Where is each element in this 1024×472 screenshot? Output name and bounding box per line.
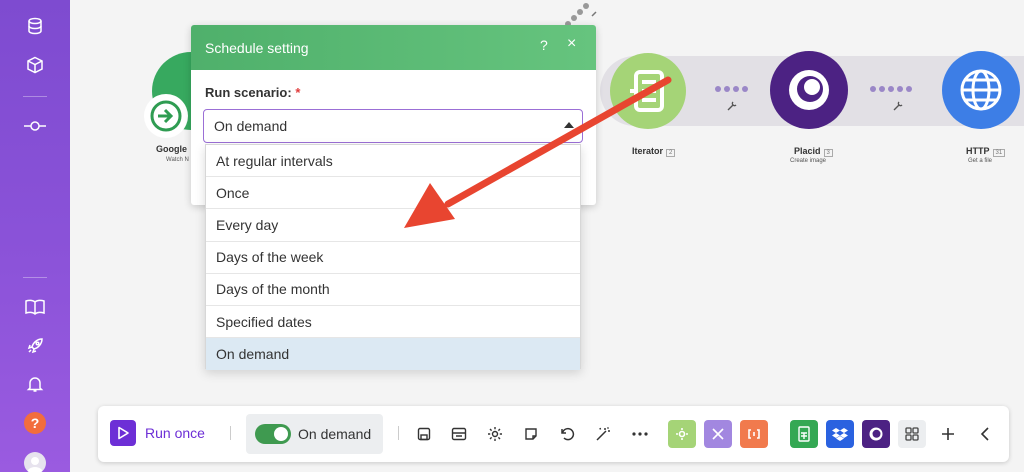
toolbar-divider xyxy=(398,426,399,440)
help-icon[interactable]: ? xyxy=(540,37,548,53)
collapse-icon[interactable] xyxy=(975,424,995,444)
run-once-label[interactable]: Run once xyxy=(145,425,205,441)
sheets-tile-icon[interactable] xyxy=(790,420,818,448)
sidebar-divider xyxy=(23,96,47,97)
tools-tile-icon[interactable] xyxy=(668,420,696,448)
http-badge: 31 xyxy=(992,149,1006,157)
http-module-subtitle: Get a file xyxy=(968,158,993,164)
sidebar-divider xyxy=(23,277,47,278)
placid-module-label: Placid 3 xyxy=(794,146,833,157)
dialog-header: Schedule setting xyxy=(191,25,596,70)
rocket-icon[interactable] xyxy=(23,334,47,358)
sidebar: ? xyxy=(0,0,70,472)
undo-icon[interactable] xyxy=(557,424,577,444)
text-parser-tile-icon[interactable] xyxy=(740,420,768,448)
iterator-name: Iterator xyxy=(632,146,664,156)
option-specified-dates[interactable]: Specified dates xyxy=(206,306,580,339)
bell-icon[interactable] xyxy=(23,372,47,396)
bottom-toolbar: Run once On demand xyxy=(98,406,1009,462)
connection-icon[interactable] xyxy=(23,114,47,138)
add-icon[interactable] xyxy=(938,424,958,444)
run-scenario-select[interactable]: On demand xyxy=(203,109,583,143)
placid-name: Placid xyxy=(794,146,821,156)
scenario-io-icon[interactable] xyxy=(449,424,469,444)
required-mark: * xyxy=(295,85,301,100)
wrench-icon[interactable] xyxy=(892,100,904,112)
settings-icon[interactable] xyxy=(485,424,505,444)
google-module-subtitle: Watch N xyxy=(166,157,189,163)
option-at-regular-intervals[interactable]: At regular intervals xyxy=(206,145,580,178)
cube-icon[interactable] xyxy=(23,53,47,77)
connector-dots xyxy=(715,86,748,92)
selected-value: On demand xyxy=(214,118,288,134)
iterator-badge: 2 xyxy=(666,149,676,157)
option-on-demand[interactable]: On demand xyxy=(206,338,580,371)
option-once[interactable]: Once xyxy=(206,177,580,210)
avatar[interactable] xyxy=(24,452,46,472)
field-label-text: Run scenario: xyxy=(205,85,292,100)
run-once-button[interactable] xyxy=(110,420,136,446)
http-module-label: HTTP 31 xyxy=(966,146,1006,157)
placid-module[interactable] xyxy=(770,51,848,129)
run-scenario-label: Run scenario: * xyxy=(205,85,300,100)
dropbox-tile-icon[interactable] xyxy=(826,420,854,448)
google-watch-icon xyxy=(144,94,188,138)
schedule-toggle[interactable] xyxy=(255,424,291,444)
schedule-label: On demand xyxy=(298,426,372,442)
schedule-dropdown: At regular intervals Once Every day Days… xyxy=(205,144,581,371)
wrench-icon[interactable] xyxy=(726,100,738,112)
magic-wand-icon[interactable] xyxy=(593,424,613,444)
google-module-label: Google xyxy=(156,144,187,154)
caret-up-icon xyxy=(564,122,574,128)
placid-tile-icon[interactable] xyxy=(862,420,890,448)
toolbar-divider xyxy=(230,426,231,440)
toggle-knob xyxy=(274,427,288,441)
book-icon[interactable] xyxy=(23,295,47,319)
http-name: HTTP xyxy=(966,146,990,156)
schedule-toggle-box[interactable]: On demand xyxy=(246,414,383,454)
placid-module-subtitle: Create image xyxy=(790,158,827,164)
help-button[interactable]: ? xyxy=(24,412,46,434)
play-icon xyxy=(118,426,129,440)
database-icon[interactable] xyxy=(23,14,47,38)
dialog-title: Schedule setting xyxy=(205,39,309,56)
save-icon[interactable] xyxy=(414,424,434,444)
placid-badge: 3 xyxy=(823,149,833,157)
grid-tile-icon[interactable] xyxy=(898,420,926,448)
iterator-module-label: Iterator 2 xyxy=(632,146,676,157)
option-days-of-the-week[interactable]: Days of the week xyxy=(206,242,580,274)
option-days-of-the-month[interactable]: Days of the month xyxy=(206,274,580,306)
connector-dots xyxy=(870,86,912,92)
notes-icon[interactable] xyxy=(521,424,541,444)
flow-control-tile-icon[interactable] xyxy=(704,420,732,448)
option-every-day[interactable]: Every day xyxy=(206,209,580,242)
iterator-module[interactable] xyxy=(610,53,686,129)
more-icon[interactable] xyxy=(630,424,650,444)
http-module[interactable] xyxy=(942,51,1020,129)
close-icon[interactable]: × xyxy=(567,35,576,53)
